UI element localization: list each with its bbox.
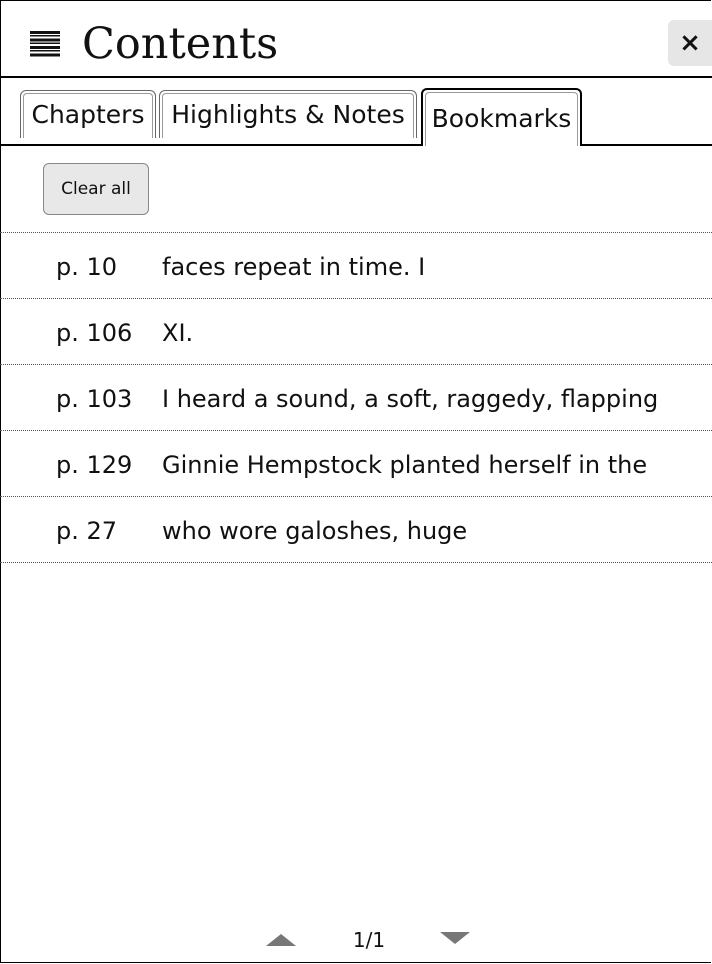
close-button[interactable]: × bbox=[668, 20, 712, 66]
bookmark-page: p. 106 bbox=[56, 319, 133, 347]
bookmark-text: who wore galoshes, huge bbox=[162, 517, 468, 545]
triangle-up-icon[interactable] bbox=[266, 934, 296, 946]
bookmark-page: p. 27 bbox=[56, 517, 118, 545]
bookmark-text: Ginnie Hempstock planted herself in the bbox=[162, 451, 648, 479]
bookmark-text: faces repeat in time. I bbox=[162, 253, 426, 281]
bookmark-list: p. 10 faces repeat in time. I p. 106 XI.… bbox=[0, 232, 712, 563]
tab-highlights-notes[interactable]: Highlights & Notes bbox=[159, 90, 417, 138]
bookmark-text: XI. bbox=[162, 319, 194, 347]
tab-bookmarks[interactable]: Bookmarks bbox=[421, 88, 582, 146]
pagination: 1/1 bbox=[0, 922, 712, 958]
bookmark-text: I heard a sound, a soft, raggedy, flappi… bbox=[162, 385, 659, 413]
list-item[interactable]: p. 10 faces repeat in time. I bbox=[0, 233, 712, 298]
list-item[interactable]: p. 106 XI. bbox=[0, 299, 712, 364]
bookmark-page: p. 10 bbox=[56, 253, 118, 281]
page-title: Contents bbox=[82, 19, 279, 69]
close-icon: × bbox=[679, 28, 701, 58]
tab-bar: Chapters Highlights & Notes Bookmarks bbox=[0, 78, 712, 146]
tab-chapters[interactable]: Chapters bbox=[20, 90, 156, 138]
list-item[interactable]: p. 129 Ginnie Hempstock planted herself … bbox=[0, 431, 712, 496]
bookmark-page: p. 103 bbox=[56, 385, 133, 413]
list-item[interactable]: p. 27 who wore galoshes, huge bbox=[0, 497, 712, 562]
clear-all-button[interactable]: Clear all bbox=[43, 163, 149, 215]
tab-bookmarks-label: Bookmarks bbox=[431, 103, 572, 133]
triangle-down-icon[interactable] bbox=[440, 932, 470, 944]
bookmark-page: p. 129 bbox=[56, 451, 133, 479]
tab-highlights-notes-label: Highlights & Notes bbox=[171, 100, 405, 129]
list-divider bbox=[0, 562, 712, 563]
contents-header: Contents × bbox=[0, 0, 712, 78]
tab-bar-underline bbox=[0, 144, 712, 146]
list-item[interactable]: p. 103 I heard a sound, a soft, raggedy,… bbox=[0, 365, 712, 430]
tab-chapters-label: Chapters bbox=[31, 100, 145, 129]
page-indicator: 1/1 bbox=[352, 928, 386, 952]
list-icon[interactable] bbox=[30, 31, 60, 57]
